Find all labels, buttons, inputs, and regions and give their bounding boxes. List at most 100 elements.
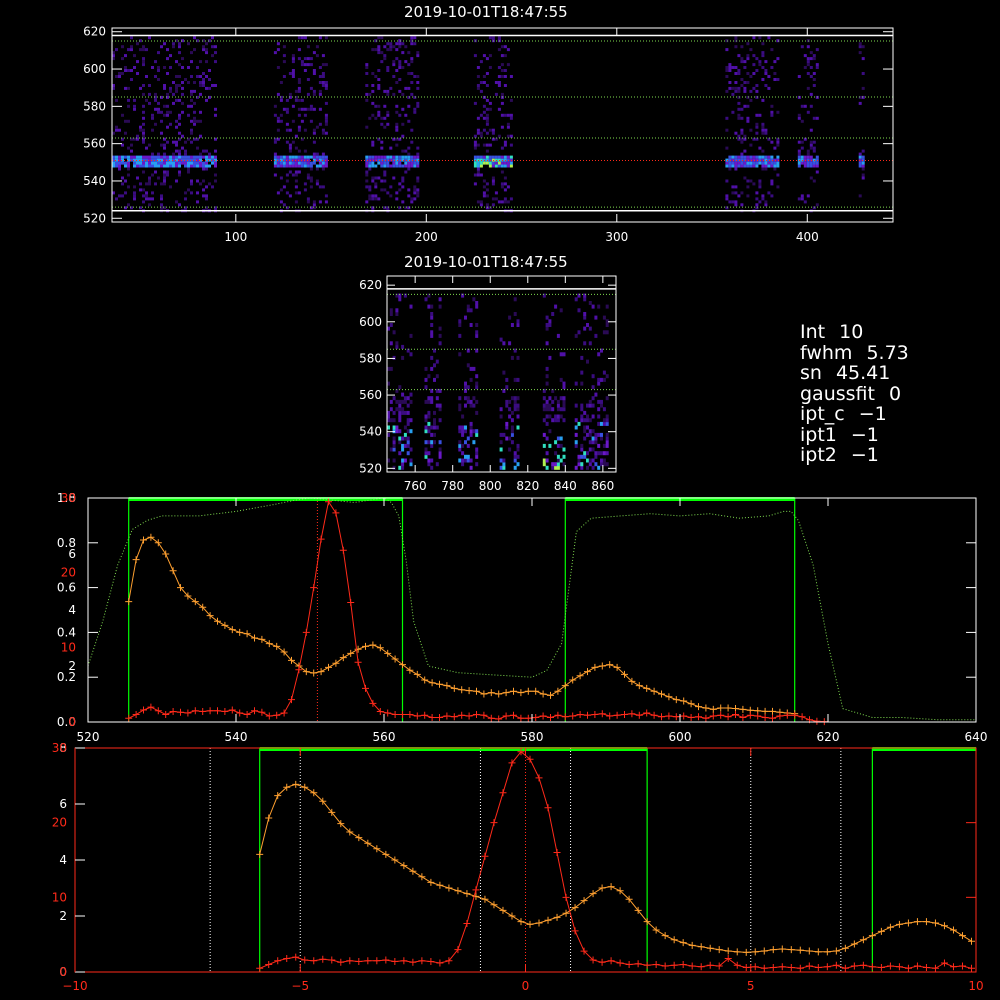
- heat-pixel: [743, 176, 747, 180]
- heat-pixel: [506, 63, 510, 67]
- y-tick-label: 620: [359, 278, 382, 292]
- red-series-point: [922, 964, 930, 972]
- heat-pixel: [806, 194, 810, 198]
- heat-pixel: [175, 164, 178, 168]
- heat-pixel: [380, 36, 384, 40]
- heat-pixel: [163, 146, 166, 150]
- heat-pixel: [476, 131, 480, 135]
- red-series-point: [967, 964, 975, 972]
- heat-pixel: [175, 155, 178, 159]
- heat-pixel: [472, 429, 476, 434]
- heat-pixel: [797, 116, 801, 120]
- heat-pixel: [181, 146, 184, 150]
- heat-pixel: [154, 182, 157, 186]
- heat-pixel: [491, 203, 495, 207]
- heat-pixel: [377, 161, 381, 165]
- heat-pixel: [294, 146, 298, 150]
- heat-pixel: [466, 458, 470, 463]
- heat-pixel: [482, 116, 486, 120]
- heat-pixel: [594, 462, 598, 467]
- heat-pixel: [142, 170, 145, 174]
- heat-pixel: [297, 125, 301, 129]
- heat-pixel: [758, 155, 762, 159]
- heat-pixel: [324, 161, 328, 165]
- heat-pixel: [812, 116, 816, 120]
- heat-pixel: [510, 432, 514, 437]
- heat-pixel: [562, 399, 566, 404]
- heat-pixel: [746, 116, 750, 120]
- heat-pixel: [497, 164, 501, 168]
- heat-pixel: [324, 84, 328, 87]
- heat-pixel: [510, 440, 514, 445]
- x-tick-label: 5: [747, 979, 755, 993]
- heat-pixel: [276, 155, 280, 159]
- heat-pixel: [190, 131, 193, 135]
- heat-pixel: [300, 164, 304, 168]
- heat-pixel: [461, 414, 465, 419]
- heat-pixel: [282, 155, 286, 159]
- heat-pixel: [160, 164, 163, 168]
- y-tick-label: 540: [83, 174, 106, 188]
- orange-series-point: [672, 696, 680, 704]
- heat-pixel: [386, 122, 390, 126]
- heat-pixel: [318, 107, 322, 111]
- heat-pixel: [424, 447, 428, 452]
- heat-pixel: [181, 110, 184, 114]
- heat-pixel: [184, 78, 187, 81]
- red-series-point: [591, 711, 599, 719]
- info-value: 0: [888, 382, 902, 405]
- red-series-point: [265, 961, 273, 969]
- heat-pixel: [500, 63, 504, 67]
- heat-pixel: [148, 182, 151, 186]
- heat-pixel: [279, 113, 283, 117]
- heat-pixel: [166, 155, 169, 159]
- heat-pixel: [285, 107, 289, 111]
- heat-pixel: [383, 89, 387, 93]
- heat-pixel: [500, 182, 504, 186]
- heat-pixel: [815, 170, 819, 174]
- heat-pixel: [583, 425, 587, 430]
- heat-pixel: [401, 447, 405, 452]
- heat-pixel: [503, 113, 507, 117]
- heat-pixel: [464, 315, 467, 320]
- x-tick-label: 400: [796, 230, 819, 244]
- heat-pixel: [506, 155, 510, 159]
- heat-pixel: [809, 51, 813, 55]
- heat-pixel: [466, 454, 470, 459]
- red-series-point: [436, 714, 443, 722]
- red-series-point: [616, 959, 624, 967]
- info-key: ipt_c: [800, 403, 845, 425]
- heat-pixel: [773, 60, 777, 64]
- info-row: ipt1 −1: [800, 424, 990, 446]
- heat-pixel: [410, 200, 414, 204]
- red-series-point: [354, 658, 362, 666]
- heat-pixel: [401, 399, 405, 404]
- heat-pixel: [430, 443, 434, 448]
- heat-pixel: [404, 86, 408, 90]
- heat-pixel: [300, 63, 304, 67]
- heat-pixel: [202, 84, 205, 87]
- heat-pixel: [503, 182, 507, 186]
- heat-pixel: [458, 429, 462, 434]
- heat-pixel: [276, 42, 280, 46]
- heat-pixel: [548, 429, 552, 434]
- heat-pixel: [403, 458, 407, 463]
- heat-pixel: [472, 403, 476, 408]
- heat-pixel: [577, 421, 581, 426]
- heat-pixel: [208, 152, 211, 156]
- heat-pixel: [172, 140, 175, 144]
- x-tick-label: 780: [441, 479, 464, 493]
- orange-series-point: [517, 689, 525, 697]
- heat-pixel: [282, 54, 286, 58]
- heat-pixel: [127, 161, 130, 165]
- heat-pixel: [118, 75, 121, 78]
- heat-pixel: [761, 122, 765, 126]
- heat-pixel: [497, 84, 501, 87]
- heat-pixel: [154, 107, 157, 111]
- heat-pixel: [184, 152, 187, 156]
- heat-pixel: [383, 116, 387, 120]
- heat-pixel: [309, 185, 313, 189]
- heat-pixel: [205, 194, 208, 198]
- heat-pixel: [743, 86, 747, 90]
- heat-pixel: [306, 164, 310, 168]
